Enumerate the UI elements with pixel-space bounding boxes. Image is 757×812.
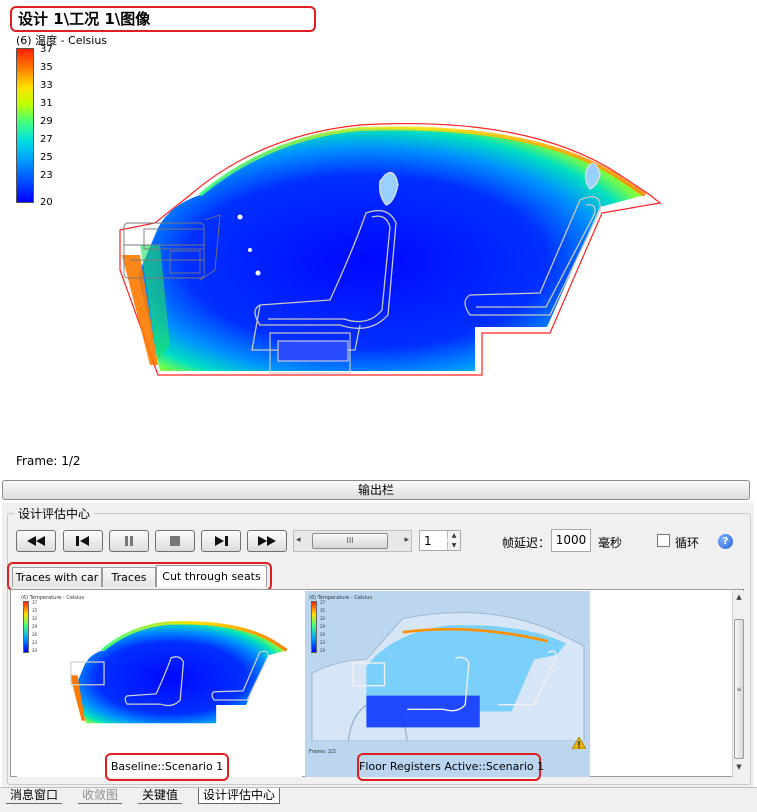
thumb-legend-tick: 26 bbox=[32, 632, 38, 637]
tab-message-window[interactable]: 消息窗口 bbox=[6, 788, 63, 804]
tab-traces-with-car[interactable]: Traces with car bbox=[12, 567, 102, 587]
legend-tick: 31 bbox=[40, 98, 53, 109]
thumbnail-list[interactable]: (6) Temperature - Celsius 37 35 32 29 26… bbox=[10, 589, 744, 781]
legend-tick: 27 bbox=[40, 134, 53, 145]
thumbnail-baseline[interactable]: (6) Temperature - Celsius 37 35 32 29 26… bbox=[17, 591, 302, 781]
help-icon[interactable]: ? bbox=[718, 534, 733, 549]
tab-convergence-plot[interactable]: 收敛图 bbox=[78, 788, 123, 804]
baseline-label: Baseline::Scenario 1 bbox=[105, 753, 229, 781]
legend-tick: 23 bbox=[40, 170, 53, 181]
output-bar-toggle[interactable]: 输出栏 bbox=[2, 480, 750, 500]
legend-tick: 33 bbox=[40, 80, 53, 91]
thumb-legend-title: (6) Temperature - Celsius bbox=[21, 595, 85, 601]
floor-registers-plot-image bbox=[311, 612, 585, 741]
floor-registers-label: Floor Registers Active::Scenario 1 bbox=[357, 753, 544, 781]
thumbnail-floor-registers[interactable]: (6) Temperature - Celsius 37 35 32 29 26… bbox=[305, 591, 590, 781]
step-forward-icon bbox=[215, 536, 228, 546]
fast-forward-icon bbox=[258, 536, 276, 546]
tab-design-review-center[interactable]: 设计评估中心 bbox=[198, 788, 281, 804]
thumb-frame-indicator: Frame: 2/2 bbox=[309, 749, 336, 755]
bottom-tab-bar: 消息窗口 收敛图 关键值 设计评估中心 bbox=[0, 787, 757, 812]
scroll-down-arrow[interactable]: ▼ bbox=[734, 763, 744, 775]
temperature-legend-bar bbox=[16, 48, 34, 203]
thumb-legend-tick: 35 bbox=[32, 608, 38, 613]
step-forward-button[interactable] bbox=[201, 530, 241, 552]
frame-number-value[interactable]: 1 bbox=[424, 534, 432, 548]
thumb-legend-tick: 29 bbox=[32, 624, 38, 629]
spin-down-button[interactable]: ▼ bbox=[447, 541, 460, 550]
legend-tick: 20 bbox=[40, 197, 53, 208]
thumb-legend-tick: 32 bbox=[32, 616, 38, 621]
slider-left-arrow[interactable]: ◂ bbox=[296, 535, 301, 545]
pause-button[interactable] bbox=[109, 530, 149, 552]
legend-tick: 37 bbox=[40, 44, 53, 55]
step-back-button[interactable] bbox=[63, 530, 103, 552]
legend-tick: 35 bbox=[40, 62, 53, 73]
frame-indicator: Frame: 1/2 bbox=[16, 454, 81, 468]
stop-icon bbox=[170, 536, 180, 546]
legend-tick: 29 bbox=[40, 116, 53, 127]
thumb-legend-tick: 37 bbox=[32, 600, 38, 605]
thumb-legend-tick: 20 bbox=[32, 648, 38, 653]
thumb-legend-bar bbox=[23, 601, 29, 653]
group-title: 设计评估中心 bbox=[14, 505, 95, 522]
thumb-legend-tick: 23 bbox=[32, 640, 38, 645]
legend-title: (6) 温度 - Celsius bbox=[16, 34, 108, 47]
rewind-button[interactable] bbox=[16, 530, 56, 552]
tab-key-values[interactable]: 关键值 bbox=[138, 788, 183, 804]
step-back-icon bbox=[76, 536, 89, 546]
baseline-plot-image bbox=[70, 621, 288, 724]
loop-checkbox[interactable] bbox=[657, 534, 670, 547]
vertical-scrollbar[interactable]: ▲ ≡ ▼ bbox=[732, 591, 744, 777]
stop-button[interactable] bbox=[155, 530, 195, 552]
tab-cut-through-seats[interactable]: Cut through seats bbox=[156, 565, 267, 587]
thumb-legend-title: (6) Temperature - Celsius bbox=[309, 595, 373, 601]
frame-number-stepper[interactable]: 1 ▲ ▼ bbox=[419, 530, 461, 551]
cabin-temperature-plot bbox=[119, 123, 662, 376]
fast-forward-button[interactable] bbox=[247, 530, 287, 552]
legend-tick: 25 bbox=[40, 152, 53, 163]
design-review-panel: 设计评估中心 ◂ III ▸ 1 ▲ ▼ 帧延迟： 1000 毫秒 循环 ? T… bbox=[2, 503, 754, 787]
spin-up-button[interactable]: ▲ bbox=[447, 531, 460, 540]
loop-label: 循环 bbox=[675, 536, 700, 550]
scroll-up-arrow[interactable]: ▲ bbox=[734, 593, 744, 605]
graphics-viewport[interactable]: 设计 1\工况 1\图像 (6) 温度 - Celsius 37 35 33 3… bbox=[0, 0, 757, 474]
rewind-icon bbox=[27, 536, 45, 546]
frame-delay-unit: 毫秒 bbox=[598, 536, 623, 550]
frame-slider[interactable]: ◂ III ▸ bbox=[293, 530, 412, 552]
slider-thumb[interactable]: III bbox=[312, 533, 388, 549]
pause-icon bbox=[125, 536, 133, 546]
tab-traces[interactable]: Traces bbox=[102, 567, 156, 587]
slider-right-arrow[interactable]: ▸ bbox=[404, 535, 409, 545]
frame-delay-label: 帧延迟： bbox=[502, 536, 551, 550]
view-title: 设计 1\工况 1\图像 bbox=[10, 6, 316, 32]
frame-delay-input[interactable]: 1000 bbox=[551, 529, 591, 552]
warning-icon[interactable] bbox=[572, 737, 586, 749]
scroll-thumb[interactable]: ≡ bbox=[734, 619, 744, 759]
